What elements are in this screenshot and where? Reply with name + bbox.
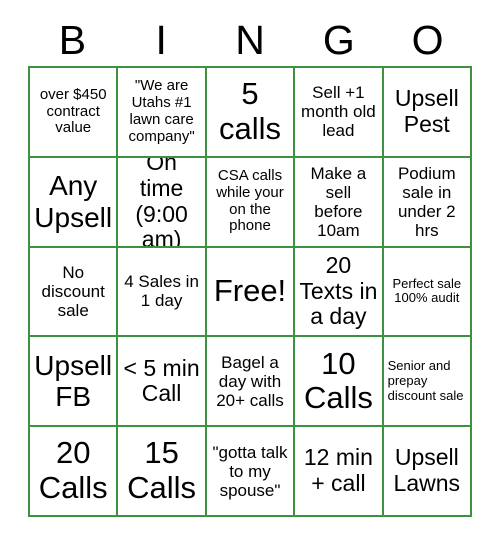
bingo-cell-r5-c2[interactable]: 15 Calls <box>118 427 207 517</box>
bingo-cell-label: Upsell FB <box>34 349 113 413</box>
bingo-cell-r1-c3[interactable]: 5 calls <box>206 68 296 158</box>
bingo-grid: over $450 contract value "We are Utahs #1… <box>28 66 472 517</box>
bingo-card: B I N G O over $450 contract value "We are Ut… <box>0 0 500 544</box>
bingo-cell-label: Podium sale in under 2 hrs <box>397 163 456 240</box>
bingo-cell-r3-c1[interactable]: No discount sale <box>30 247 119 338</box>
bingo-cell-r1-c5[interactable]: Upsell Pest <box>383 68 472 158</box>
bingo-cell-r1-c1[interactable]: over $450 contract value <box>30 68 119 158</box>
bingo-cell-label: Sell +1 month old lead <box>301 83 376 141</box>
bingo-cell-label: Free! <box>213 273 287 309</box>
bingo-cell-label: "We are Utahs #1 lawn care company" <box>128 77 195 145</box>
bingo-cell-label: 15 Calls <box>127 435 197 506</box>
bingo-cell-label: "gotta talk to my spouse" <box>212 442 288 500</box>
bingo-cell-label: Senior and prepay discount sale <box>387 358 464 403</box>
bingo-header-letter-g: G <box>322 16 355 63</box>
bingo-cell-r4-c1[interactable]: Upsell FB <box>30 337 119 428</box>
bingo-cell-label: over $450 contract value <box>39 85 107 137</box>
bingo-header-letter-b: B <box>58 16 87 63</box>
bingo-cell-label: Make a sell before 10am <box>310 163 367 240</box>
bingo-cell-label: No discount sale <box>41 262 105 320</box>
bingo-cell-r3-c2[interactable]: 4 Sales in 1 day <box>118 247 207 338</box>
bingo-cell-label: Any Upsell <box>34 170 113 233</box>
bingo-cell-label: Bagel a day with 20+ calls <box>216 352 284 410</box>
bingo-cell-r2-c3[interactable]: CSA calls while your on the phone <box>206 157 296 248</box>
bingo-header-row: BINGO <box>28 14 472 66</box>
bingo-cell-label: 20 Texts in a day <box>299 251 378 330</box>
bingo-cell-r5-c5[interactable]: Upsell Lawns <box>383 427 472 517</box>
bingo-cell-label: On time (9:00 am) <box>135 157 188 248</box>
bingo-cell-label: 5 calls <box>218 76 281 146</box>
bingo-cell-r5-c4[interactable]: 12 min + call <box>295 427 384 517</box>
bingo-cell-label: < 5 min Call <box>123 354 200 407</box>
bingo-cell-r5-c3[interactable]: "gotta talk to my spouse" <box>206 427 296 517</box>
bingo-cell-label: 4 Sales in 1 day <box>124 272 199 311</box>
bingo-cell-r4-c5[interactable]: Senior and prepay discount sale <box>383 337 472 428</box>
bingo-cell-r1-c4[interactable]: Sell +1 month old lead <box>295 68 384 158</box>
bingo-header-letter-o: O <box>411 16 444 63</box>
bingo-header-letter-n: N <box>235 16 265 63</box>
bingo-cell-r2-c1[interactable]: Any Upsell <box>30 157 119 248</box>
bingo-cell-r3-c4[interactable]: 20 Texts in a day <box>295 247 384 338</box>
bingo-cell-r4-c4[interactable]: 10 Calls <box>295 337 384 428</box>
bingo-cell-r1-c2[interactable]: "We are Utahs #1 lawn care company" <box>118 68 207 158</box>
bingo-cell-r2-c2[interactable]: On time (9:00 am) <box>118 157 207 248</box>
bingo-cell-r3-c3[interactable]: Free! <box>206 247 296 338</box>
bingo-cell-r2-c4[interactable]: Make a sell before 10am <box>295 157 384 248</box>
bingo-cell-label: 20 Calls <box>38 435 108 506</box>
bingo-cell-r3-c5[interactable]: Perfect sale 100% audit <box>383 247 472 338</box>
bingo-cell-r5-c1[interactable]: 20 Calls <box>30 427 119 517</box>
bingo-cell-label: Perfect sale 100% audit <box>392 275 462 306</box>
bingo-cell-label: Upsell Pest <box>394 85 459 137</box>
bingo-cell-label: CSA calls while your on the phone <box>216 167 284 235</box>
bingo-cell-r2-c5[interactable]: Podium sale in under 2 hrs <box>383 157 472 248</box>
bingo-cell-r4-c3[interactable]: Bagel a day with 20+ calls <box>206 337 296 428</box>
bingo-cell-label: 12 min + call <box>303 444 373 497</box>
bingo-header-letter-i: I <box>155 16 167 63</box>
bingo-cell-label: 10 Calls <box>303 345 373 416</box>
bingo-cell-label: Upsell Lawns <box>393 444 461 497</box>
bingo-cell-r4-c2[interactable]: < 5 min Call <box>118 337 207 428</box>
